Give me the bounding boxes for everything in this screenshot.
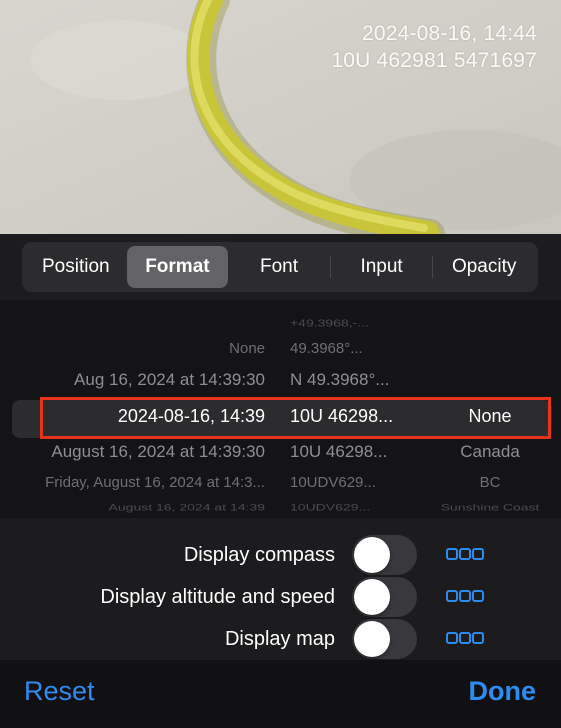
dot (472, 548, 484, 560)
tab-format[interactable]: Format (126, 246, 229, 288)
compass-switch[interactable] (352, 535, 417, 575)
switch-knob (354, 579, 390, 615)
coord-format-option: 49.3968°... (290, 340, 363, 357)
picker-row[interactable]: None 49.3968°... (0, 340, 561, 364)
altitude-speed-switch[interactable] (352, 577, 417, 617)
toggle-row-map: Display map (0, 619, 561, 659)
dot (446, 632, 458, 644)
coord-format-option: +49.3968,-... (290, 317, 370, 329)
date-format-option: None (229, 340, 265, 357)
tab-label: Input (360, 256, 403, 277)
toggle-label: Display map (224, 628, 335, 650)
bottom-bar: Reset Done (0, 660, 561, 728)
dot (472, 632, 484, 644)
tab-label: Font (259, 256, 298, 277)
options-icon[interactable] (446, 590, 484, 602)
tab-position[interactable]: Position (25, 246, 127, 288)
format-panel: Position Format Font Input Opacity +49.3… (0, 234, 561, 660)
picker-row[interactable]: +49.3968,-... (0, 318, 561, 335)
coord-format-option: 10UDV629... (290, 502, 371, 513)
options-icon[interactable] (446, 548, 484, 560)
picker-row[interactable]: Aug 16, 2024 at 14:39:30 N 49.3968°... (0, 370, 561, 394)
switch-knob (354, 537, 390, 573)
toggle-label: Display compass (183, 544, 335, 566)
toggle-row-compass: Display compass (0, 535, 561, 575)
coord-format-option: N 49.3968°... (290, 370, 390, 389)
date-format-option: August 16, 2024 at 14:39 (108, 502, 265, 513)
tab-bar: Position Format Font Input Opacity (22, 242, 538, 292)
reset-button[interactable]: Reset (24, 676, 95, 707)
picker-row[interactable]: August 16, 2024 at 14:39 10UDV629... Sun… (0, 502, 561, 518)
place-format-option: Sunshine Coast (440, 502, 540, 513)
selection-highlight (40, 397, 551, 439)
date-format-option: Friday, August 16, 2024 at 14:3... (45, 474, 265, 491)
dot (472, 590, 484, 602)
toggle-label: Display altitude and speed (100, 586, 335, 608)
toggle-row-altitude: Display altitude and speed (0, 577, 561, 617)
map-switch[interactable] (352, 619, 417, 659)
camera-preview: 2024-08-16, 14:44 10U 462981 5471697 (0, 0, 561, 234)
dot (459, 590, 471, 602)
place-format-option: Canada (460, 442, 520, 461)
done-button[interactable]: Done (469, 676, 537, 707)
picker-row[interactable]: August 16, 2024 at 14:39:30 10U 46298...… (0, 442, 561, 466)
dot (446, 590, 458, 602)
switch-knob (354, 621, 390, 657)
place-format-option: BC (479, 474, 501, 491)
tab-input[interactable]: Input (331, 246, 433, 288)
date-format-option: Aug 16, 2024 at 14:39:30 (74, 370, 265, 389)
date-format-option: August 16, 2024 at 14:39:30 (51, 442, 265, 461)
tab-label: Format (145, 256, 210, 277)
overlay-coordinates: 10U 462981 5471697 (331, 49, 537, 72)
coord-format-option: 10UDV629... (290, 474, 376, 491)
dot (459, 632, 471, 644)
options-icon[interactable] (446, 632, 484, 644)
coord-format-option: 10U 46298... (290, 442, 388, 461)
dot (459, 548, 471, 560)
tab-opacity[interactable]: Opacity (433, 246, 535, 288)
tab-label: Position (41, 256, 110, 277)
tab-font[interactable]: Font (228, 246, 330, 288)
picker-row[interactable]: Friday, August 16, 2024 at 14:3... 10UDV… (0, 474, 561, 498)
dot (446, 548, 458, 560)
tab-label: Opacity (451, 256, 517, 277)
overlay-timestamp: 2024-08-16, 14:44 (361, 22, 537, 45)
